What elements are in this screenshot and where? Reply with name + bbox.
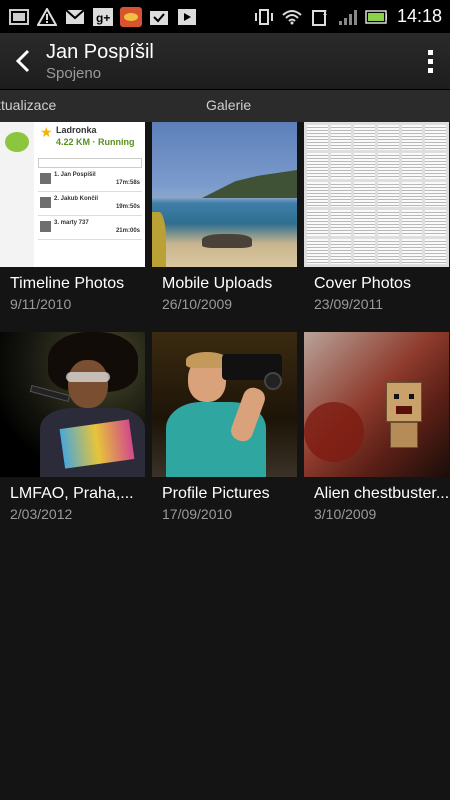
tab-galerie[interactable]: Galerie bbox=[206, 90, 251, 122]
album-item[interactable]: ★ Ladronka 4.22 KM · Running 1. Jan Posp… bbox=[0, 122, 145, 312]
album-date: 3/10/2009 bbox=[314, 506, 377, 522]
album-title: Alien chestbuster... bbox=[314, 485, 450, 502]
album-date: 23/09/2011 bbox=[314, 296, 384, 312]
glasses-shape bbox=[66, 372, 110, 382]
album-title: Mobile Uploads bbox=[162, 275, 273, 292]
row-time: 19m:50s bbox=[115, 204, 140, 210]
album-caption: Alien chestbuster... 3/10/2009 bbox=[304, 477, 449, 522]
signal-icon bbox=[337, 7, 359, 27]
album-thumbnail bbox=[0, 332, 145, 477]
dot bbox=[427, 58, 433, 64]
album-thumbnail: ★ Ladronka 4.22 KM · Running 1. Jan Posp… bbox=[0, 122, 145, 267]
row-name: 1. Jan Pospíšil bbox=[54, 172, 96, 178]
chevron-left-icon bbox=[15, 49, 30, 73]
sim-icon: x bbox=[309, 7, 331, 27]
row-name: 2. Jakub Končil bbox=[54, 196, 99, 202]
svg-text:g+: g+ bbox=[96, 11, 110, 25]
dot bbox=[427, 49, 433, 55]
album-item[interactable]: Mobile Uploads 26/10/2009 bbox=[152, 122, 297, 312]
row-time: 21m:00s bbox=[115, 228, 140, 234]
gallery-icon bbox=[8, 7, 30, 27]
album-date: 2/03/2012 bbox=[10, 506, 73, 522]
dot bbox=[427, 67, 433, 73]
avatar bbox=[40, 173, 51, 184]
figure-head bbox=[386, 382, 422, 422]
notification-icons: g+ bbox=[8, 6, 198, 27]
album-caption: Mobile Uploads 26/10/2009 bbox=[152, 267, 297, 312]
system-icons: x 14:18 bbox=[253, 6, 442, 27]
warning-icon bbox=[36, 7, 58, 27]
album-item[interactable]: Cover Photos 23/09/2011 bbox=[304, 122, 449, 312]
leaderboard-row: 3. marty 737 21m:00s bbox=[38, 218, 142, 240]
status-bar: g+ x 14:18 bbox=[0, 0, 450, 33]
album-caption: LMFAO, Praha,... 2/03/2012 bbox=[0, 477, 145, 522]
back-button[interactable] bbox=[0, 33, 46, 90]
google-plus-icon: g+ bbox=[92, 7, 114, 27]
clock: 14:18 bbox=[396, 6, 442, 26]
album-thumbnail bbox=[152, 332, 297, 477]
album-date: 9/11/2010 bbox=[10, 296, 72, 312]
hill-shape bbox=[202, 170, 297, 198]
tab-aktualizace[interactable]: ktualizace bbox=[0, 90, 56, 122]
album-caption: Profile Pictures 17/09/2010 bbox=[152, 477, 297, 522]
album-item[interactable]: Profile Pictures 17/09/2010 bbox=[152, 332, 297, 522]
lens-shape bbox=[264, 372, 282, 390]
row-name: 3. marty 737 bbox=[54, 220, 89, 226]
face-shape bbox=[68, 360, 108, 408]
album-title: Profile Pictures bbox=[162, 485, 270, 502]
album-caption: Timeline Photos 9/11/2010 bbox=[0, 267, 145, 312]
album-title: LMFAO, Praha,... bbox=[10, 485, 134, 502]
album-thumbnail bbox=[304, 332, 449, 477]
eye-shape bbox=[409, 394, 414, 399]
overflow-menu-button[interactable] bbox=[410, 33, 450, 90]
plant-shape bbox=[152, 212, 166, 267]
album-thumbnail bbox=[152, 122, 297, 267]
thumb-distance: 4.22 KM · Running bbox=[56, 137, 135, 147]
gmail-icon bbox=[64, 7, 86, 27]
album-thumbnail bbox=[304, 122, 449, 267]
avatar bbox=[40, 221, 51, 232]
album-date: 26/10/2009 bbox=[162, 296, 233, 312]
star-icon: ★ bbox=[40, 124, 53, 140]
stain-shape bbox=[304, 402, 364, 462]
play-store-icon bbox=[176, 7, 198, 27]
album-title: Cover Photos bbox=[314, 275, 411, 292]
eye-shape bbox=[394, 394, 399, 399]
task-icon bbox=[148, 7, 170, 27]
thumb-header: Ladronka bbox=[56, 125, 97, 135]
row-time: 17m:58s bbox=[115, 180, 140, 186]
action-bar: Jan Pospíšil Spojeno bbox=[0, 33, 450, 90]
thumb-tabs bbox=[38, 158, 142, 168]
app-icon bbox=[120, 6, 142, 27]
vibrate-icon bbox=[253, 7, 275, 27]
album-item[interactable]: Alien chestbuster... 3/10/2009 bbox=[304, 332, 449, 522]
album-date: 17/09/2010 bbox=[162, 506, 233, 522]
mouth-shape bbox=[396, 406, 412, 414]
leaderboard-row: 2. Jakub Končil 19m:50s bbox=[38, 194, 142, 216]
album-title: Timeline Photos bbox=[10, 275, 125, 292]
title-block: Jan Pospíšil Spojeno bbox=[46, 40, 154, 83]
svg-text:x: x bbox=[323, 8, 327, 17]
app-logo bbox=[5, 132, 29, 152]
album-caption: Cover Photos 23/09/2011 bbox=[304, 267, 449, 312]
battery-icon bbox=[365, 7, 387, 27]
figure-body bbox=[390, 422, 418, 448]
album-item[interactable]: LMFAO, Praha,... 2/03/2012 bbox=[0, 332, 145, 522]
avatar bbox=[40, 197, 51, 208]
leaderboard-row: 1. Jan Pospíšil 17m:58s bbox=[38, 170, 142, 192]
wifi-icon bbox=[281, 7, 303, 27]
page-subtitle: Spojeno bbox=[46, 64, 102, 82]
rock-shape bbox=[202, 234, 252, 248]
page-title: Jan Pospíšil bbox=[46, 40, 154, 63]
tab-bar: ktualizace Galerie bbox=[0, 90, 450, 122]
